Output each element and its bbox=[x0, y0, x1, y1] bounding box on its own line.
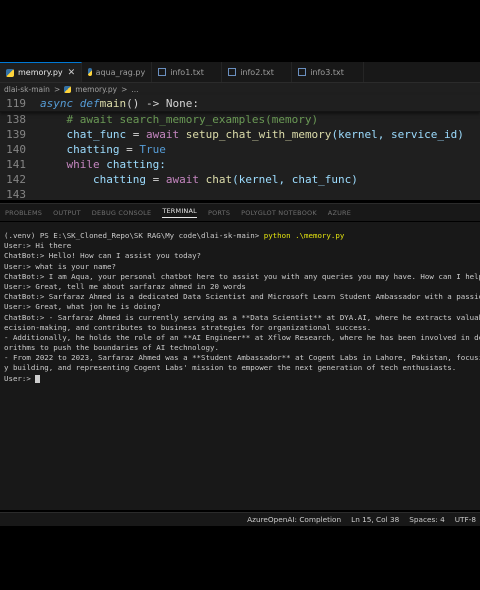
tab-polyglot-notebook[interactable]: POLYGLOT NOTEBOOK bbox=[241, 209, 317, 217]
tab-info2-txt[interactable]: info2.txt bbox=[222, 62, 293, 82]
code-variable: chatting bbox=[66, 143, 120, 156]
tab-label: info3.txt bbox=[310, 67, 344, 77]
terminal-line: ChatBot:> I am Aqua, your personal chatb… bbox=[4, 271, 480, 281]
status-indentation[interactable]: Spaces: 4 bbox=[409, 515, 444, 524]
terminal-prompt: (.venv) PS E:\SK_Cloned_Repo\SK RAG\My c… bbox=[4, 231, 264, 240]
breadcrumb-file[interactable]: memory.py bbox=[75, 85, 117, 94]
terminal-input-line[interactable]: User:> bbox=[4, 374, 480, 384]
text-file-icon bbox=[158, 68, 167, 76]
code-keyword: await bbox=[145, 128, 180, 141]
code-editor[interactable]: 119 async def main () -> None: 138 # awa… bbox=[0, 95, 480, 202]
line-number: 142 bbox=[6, 173, 26, 186]
tab-output[interactable]: OUTPUT bbox=[53, 209, 81, 217]
status-language-mode[interactable]: AzureOpenAI: Completion bbox=[247, 515, 341, 524]
code-text: chatting: bbox=[99, 158, 166, 171]
tab-info3-txt[interactable]: info3.txt bbox=[292, 62, 365, 82]
terminal-output[interactable]: (.venv) PS E:\SK_Cloned_Repo\SK RAG\My c… bbox=[0, 222, 480, 510]
code-keyword: await bbox=[165, 173, 199, 186]
code-line-140: 140 chatting = True bbox=[0, 142, 480, 157]
terminal-line: orithms to push the boundaries of AI tec… bbox=[4, 343, 219, 353]
code-function: main bbox=[99, 96, 127, 110]
tab-azure[interactable]: AZURE bbox=[328, 209, 351, 217]
text-file-icon bbox=[228, 68, 237, 76]
code-line-143: 143 bbox=[0, 187, 480, 202]
line-number: 141 bbox=[6, 158, 26, 171]
tab-info1-txt[interactable]: info1.txt bbox=[152, 62, 223, 82]
breadcrumb-more[interactable]: ... bbox=[131, 85, 138, 94]
line-number: 143 bbox=[6, 188, 26, 201]
python-file-icon bbox=[88, 68, 92, 76]
sticky-scroll-line[interactable]: 119 async def main () -> None: bbox=[0, 95, 480, 112]
breadcrumb-folder[interactable]: dlai-sk-main bbox=[4, 85, 50, 94]
terminal-line: ChatBot:> - Sarfaraz Ahmed is currently … bbox=[4, 312, 480, 322]
code-text: (kernel, service_id) bbox=[331, 128, 464, 141]
breadcrumb-separator: > bbox=[121, 84, 128, 94]
tab-label: info2.txt bbox=[240, 67, 274, 77]
code-line-141: 141 while chatting: bbox=[0, 157, 480, 172]
top-black-area bbox=[0, 0, 480, 62]
code-comment: # await search_memory_examples(memory) bbox=[66, 113, 319, 126]
code-keyword: async def bbox=[40, 96, 100, 110]
code-line-138: 138 # await search_memory_examples(memor… bbox=[0, 112, 480, 127]
line-number: 119 bbox=[6, 96, 26, 110]
tab-label: info1.txt bbox=[170, 67, 204, 77]
terminal-user-prompt: User:> bbox=[4, 373, 36, 383]
tab-aqua-rag-py[interactable]: aqua_rag.py bbox=[82, 62, 153, 82]
code-text: () -> None: bbox=[126, 96, 199, 110]
editor-tab-bar: memory.py ✕ aqua_rag.py info1.txt info2.… bbox=[0, 62, 480, 83]
python-file-icon bbox=[6, 68, 14, 77]
code-function: chat bbox=[198, 173, 233, 186]
line-number: 138 bbox=[6, 113, 26, 126]
tab-problems[interactable]: PROBLEMS bbox=[5, 209, 42, 217]
terminal-line: User:> Great, tell me about sarfaraz ahm… bbox=[4, 281, 246, 291]
terminal-command: python .\memory.py bbox=[263, 231, 345, 240]
tab-debug-console[interactable]: DEBUG CONSOLE bbox=[92, 209, 152, 217]
status-cursor-position[interactable]: Ln 15, Col 38 bbox=[351, 515, 399, 524]
breadcrumb-separator: > bbox=[53, 84, 61, 94]
code-text: (kernel, chat_func) bbox=[232, 173, 358, 186]
python-file-icon bbox=[64, 85, 72, 93]
code-line-142: 142 chatting = await chat (kernel, chat_f… bbox=[0, 172, 480, 187]
terminal-line: ChatBot:> Hello! How can I assist you to… bbox=[4, 251, 202, 261]
line-number: 139 bbox=[6, 128, 26, 141]
terminal-line: User:> Great, what jon he is doing? bbox=[4, 302, 161, 312]
panel-tab-bar: PROBLEMS OUTPUT DEBUG CONSOLE TERMINAL P… bbox=[0, 203, 480, 221]
code-keyword: while bbox=[66, 158, 100, 171]
tab-terminal[interactable]: TERMINAL bbox=[162, 207, 197, 218]
terminal-command-line: (.venv) PS E:\SK_Cloned_Repo\SK RAG\My c… bbox=[4, 231, 480, 241]
breadcrumb: dlai-sk-main > memory.py > ... bbox=[0, 83, 480, 95]
code-constant: True bbox=[139, 143, 166, 156]
terminal-line: y building, and representing Cogent Labs… bbox=[4, 363, 457, 373]
terminal-cursor bbox=[35, 374, 41, 383]
line-number: 140 bbox=[6, 143, 26, 156]
code-line-139: 139 chat_func = await setup_chat_with_me… bbox=[0, 127, 480, 142]
terminal-line: ecision-making, and contributes to busin… bbox=[4, 322, 372, 332]
terminal-line: ChatBot:> Sarfaraz Ahmed is a dedicated … bbox=[4, 292, 480, 302]
status-bar: AzureOpenAI: Completion Ln 15, Col 38 Sp… bbox=[0, 512, 480, 526]
text-file-icon bbox=[298, 68, 307, 76]
terminal-line: - From 2022 to 2023, Sarfaraz Ahmed was … bbox=[4, 353, 480, 363]
terminal-line: User:> what is your name? bbox=[4, 261, 116, 271]
tab-memory-py[interactable]: memory.py ✕ bbox=[0, 62, 83, 82]
code-function: setup_chat_with_memory bbox=[179, 128, 332, 141]
code-variable: chatting bbox=[92, 173, 146, 186]
terminal-line: User:> Hi there bbox=[4, 241, 72, 251]
tab-label: memory.py bbox=[18, 68, 63, 77]
code-variable: chat_func bbox=[66, 128, 127, 141]
tab-label: aqua_rag.py bbox=[95, 67, 146, 77]
close-icon[interactable]: ✕ bbox=[68, 68, 76, 78]
tab-ports[interactable]: PORTS bbox=[208, 209, 230, 217]
status-encoding[interactable]: UTF-8 bbox=[455, 515, 476, 524]
bottom-black-area bbox=[0, 526, 480, 590]
terminal-line: - Additionally, he holds the role of an … bbox=[4, 332, 480, 342]
